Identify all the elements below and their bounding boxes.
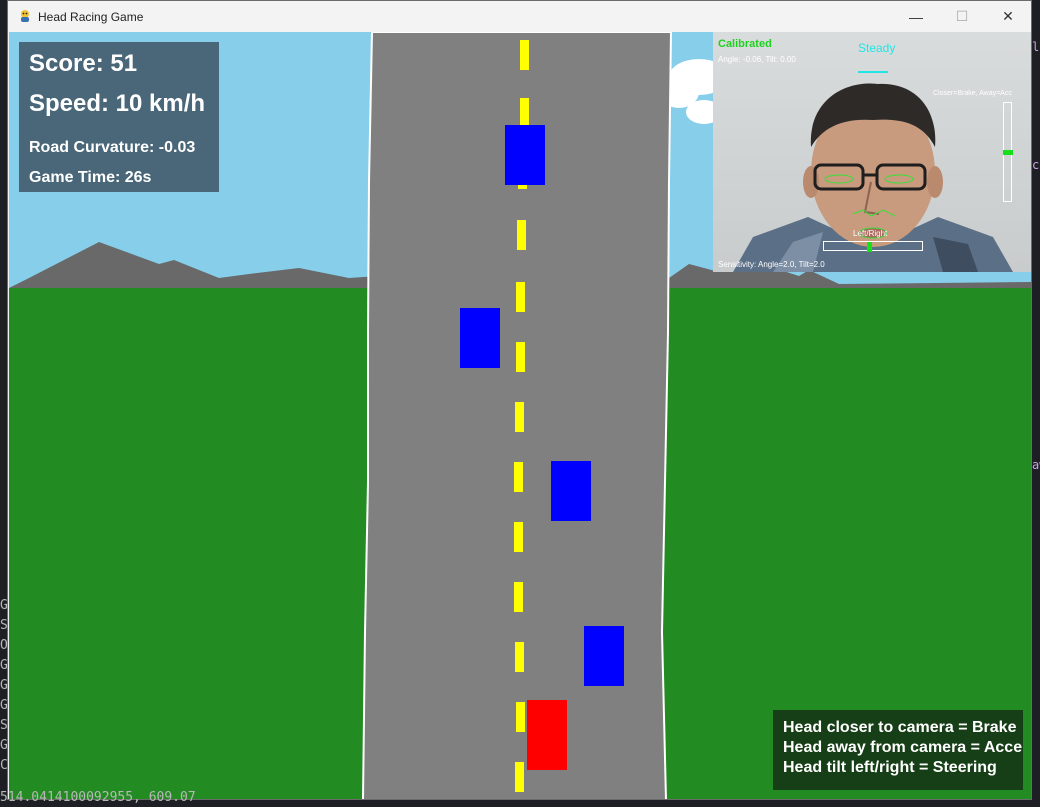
- lane-dash: [514, 582, 523, 612]
- tilt-gauge: [823, 241, 923, 251]
- game-time-label: Game Time: 26s: [29, 169, 152, 186]
- sensitivity-readout: Sensitivity: Angle=2.0, Tilt=2.0: [718, 260, 825, 269]
- background-code-fragment: co: [1032, 158, 1040, 172]
- lane-dash: [515, 402, 524, 432]
- distance-hint: Closer=Brake, Away=Acc: [933, 90, 1012, 97]
- head-state-label: Steady: [858, 41, 896, 55]
- score-label: Score: 51: [29, 50, 138, 77]
- title-bar[interactable]: Head Racing Game — ☐ ✕: [8, 1, 1031, 32]
- enemy-car: [551, 461, 591, 521]
- instruction-accelerate: Head away from camera = Accelerate: [783, 739, 1023, 756]
- calibration-status: Calibrated: [718, 38, 772, 50]
- enemy-car: [505, 125, 545, 185]
- close-button[interactable]: ✕: [985, 1, 1031, 32]
- lane-dash: [516, 342, 525, 372]
- window-title: Head Racing Game: [38, 10, 144, 24]
- instructions-panel: Head closer to camera = Brake Head away …: [773, 710, 1023, 790]
- lane-dash: [520, 98, 529, 128]
- angle-tilt-readout: Angle: -0.06, Tilt: 0.00: [718, 55, 796, 64]
- lane-dash: [516, 702, 525, 732]
- lane-dash: [520, 40, 529, 70]
- distance-gauge-indicator: [1003, 150, 1013, 155]
- background-code-fragment: lo: [1032, 40, 1040, 54]
- road-curvature-label: Road Curvature: -0.03: [29, 139, 196, 156]
- speed-label: Speed: 10 km/h: [29, 90, 206, 117]
- lane-dash: [517, 220, 526, 250]
- score-panel: Score: 51 Speed: 10 km/h Road Curvature:…: [19, 42, 219, 192]
- lane-dash: [514, 462, 523, 492]
- lane-dash: [515, 762, 524, 792]
- head-state-underline: [858, 71, 888, 73]
- background-code-fragment: aw: [1032, 458, 1040, 472]
- webcam-preview: Calibrated Angle: -0.06, Tilt: 0.00 Stea…: [713, 32, 1031, 272]
- left-right-label: Left/Right: [853, 229, 888, 238]
- player-car: [527, 700, 567, 770]
- background-code-line: 514.0414100092955, 609.07: [0, 790, 196, 805]
- lane-dash: [514, 522, 523, 552]
- pygame-snake-icon: [21, 10, 29, 22]
- enemy-car: [460, 308, 500, 368]
- game-window: Head Racing Game — ☐ ✕ Score: 51 Speed: …: [7, 0, 1032, 800]
- game-canvas[interactable]: Score: 51 Speed: 10 km/h Road Curvature:…: [9, 32, 1031, 799]
- lane-dash: [515, 642, 524, 672]
- maximize-button[interactable]: ☐: [939, 1, 985, 32]
- tilt-gauge-indicator: [867, 242, 872, 252]
- lane-dash: [516, 282, 525, 312]
- minimize-button[interactable]: —: [893, 1, 939, 32]
- enemy-car: [584, 626, 624, 686]
- instruction-steering: Head tilt left/right = Steering: [783, 759, 997, 776]
- instruction-brake: Head closer to camera = Brake: [783, 719, 1017, 736]
